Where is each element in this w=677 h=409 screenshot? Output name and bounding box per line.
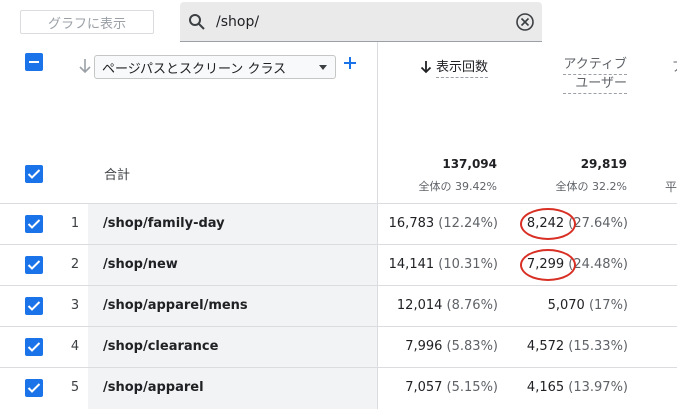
search-field[interactable]: /shop/ bbox=[180, 2, 542, 42]
highlight-circle bbox=[520, 208, 576, 240]
totals-checkbox[interactable] bbox=[25, 165, 43, 183]
dimension-select[interactable]: ページパスとスクリーン クラス bbox=[94, 55, 336, 79]
totals-label: 合計 bbox=[104, 168, 131, 183]
row-users-value: 4,165 bbox=[526, 380, 565, 395]
sort-arrow-icon[interactable] bbox=[78, 58, 92, 74]
search-icon bbox=[189, 14, 205, 30]
row-views-value: 16,783 bbox=[388, 216, 435, 231]
row-index: 2 bbox=[70, 257, 80, 272]
row-checkbox[interactable] bbox=[25, 215, 43, 233]
row-path[interactable]: /shop/apparel bbox=[103, 380, 204, 395]
totals-users: 29,819 bbox=[580, 157, 627, 171]
row-path[interactable]: /shop/clearance bbox=[103, 339, 218, 354]
table-row[interactable]: 5 /shop/apparel 7,057 (5.15%) 4,165 (13.… bbox=[0, 367, 677, 409]
totals-views: 137,094 bbox=[442, 157, 497, 171]
row-users: 4,572 (15.33%) bbox=[527, 339, 628, 354]
row-views-pct: (8.76%) bbox=[446, 298, 498, 313]
row-users-value: 4,572 bbox=[526, 339, 565, 354]
row-views-value: 7,057 bbox=[405, 380, 443, 395]
totals-cut-label: 平 bbox=[665, 180, 677, 194]
totals-views-share: 全体の 39.42% bbox=[418, 180, 497, 193]
chevron-down-icon bbox=[319, 65, 327, 70]
add-dimension-icon[interactable] bbox=[342, 55, 358, 71]
row-users: 5,070 (17%) bbox=[548, 298, 628, 313]
row-checkbox[interactable] bbox=[25, 297, 43, 315]
row-path[interactable]: /shop/apparel/mens bbox=[103, 298, 248, 313]
sort-desc-icon bbox=[420, 61, 432, 74]
row-views-value: 12,014 bbox=[396, 298, 443, 313]
table-row[interactable]: 1 /shop/family-day 16,783 (12.24%) 8,242… bbox=[0, 203, 677, 245]
row-users-pct: (27.64%) bbox=[568, 216, 628, 231]
row-views: 14,141 (10.31%) bbox=[389, 257, 498, 272]
dimension-select-label: ページパスとスクリーン クラス bbox=[102, 61, 287, 77]
row-checkbox[interactable] bbox=[25, 379, 43, 397]
row-views-pct: (12.24%) bbox=[438, 216, 498, 231]
row-views-pct: (5.15%) bbox=[446, 380, 498, 395]
row-views: 7,057 (5.15%) bbox=[405, 380, 498, 395]
clear-icon[interactable] bbox=[515, 12, 535, 32]
row-users-pct: (13.97%) bbox=[568, 380, 628, 395]
column-header-views[interactable]: 表示回数 bbox=[420, 56, 489, 78]
row-views-pct: (10.31%) bbox=[438, 257, 498, 272]
table-row[interactable]: 3 /shop/apparel/mens 12,014 (8.76%) 5,07… bbox=[0, 285, 677, 327]
row-users-pct: (24.48%) bbox=[568, 257, 628, 272]
select-all-checkbox[interactable] bbox=[25, 53, 43, 71]
row-views: 16,783 (12.24%) bbox=[389, 216, 498, 231]
row-users-pct: (17%) bbox=[588, 298, 628, 313]
row-path[interactable]: /shop/new bbox=[103, 257, 178, 272]
row-users-pct: (15.33%) bbox=[568, 339, 628, 354]
column-header-active-users[interactable]: アクティブ ユーザー bbox=[563, 56, 627, 94]
column-header-users-line1: アクティブ bbox=[563, 56, 627, 75]
column-header-views-label: 表示回数 bbox=[436, 56, 489, 78]
show-chart-button[interactable]: グラフに表示 bbox=[20, 10, 154, 34]
search-query[interactable]: /shop/ bbox=[216, 14, 259, 30]
row-index: 3 bbox=[70, 298, 80, 313]
row-users: 4,165 (13.97%) bbox=[527, 380, 628, 395]
highlight-circle bbox=[520, 249, 576, 281]
row-views: 7,996 (5.83%) bbox=[405, 339, 498, 354]
row-views: 12,014 (8.76%) bbox=[397, 298, 498, 313]
table-row[interactable]: 2 /shop/new 14,141 (10.31%) 7,299 (24.48… bbox=[0, 244, 677, 286]
row-checkbox[interactable] bbox=[25, 338, 43, 356]
row-checkbox[interactable] bbox=[25, 256, 43, 274]
table-row[interactable]: 4 /shop/clearance 7,996 (5.83%) 4,572 (1… bbox=[0, 326, 677, 368]
row-views-value: 14,141 bbox=[388, 257, 435, 272]
column-header-users-line2: ユーザー bbox=[563, 75, 627, 94]
row-views-value: 7,996 bbox=[405, 339, 443, 354]
column-header-cut: ア bbox=[672, 56, 677, 75]
row-users-value: 5,070 bbox=[547, 298, 585, 313]
row-path[interactable]: /shop/family-day bbox=[103, 216, 225, 231]
row-views-pct: (5.83%) bbox=[446, 339, 498, 354]
totals-users-share: 全体の 32.2% bbox=[555, 180, 627, 193]
row-index: 5 bbox=[70, 380, 80, 395]
row-index: 1 bbox=[70, 216, 80, 231]
toolbar: グラフに表示 /shop/ bbox=[0, 0, 677, 42]
row-index: 4 bbox=[70, 339, 80, 354]
